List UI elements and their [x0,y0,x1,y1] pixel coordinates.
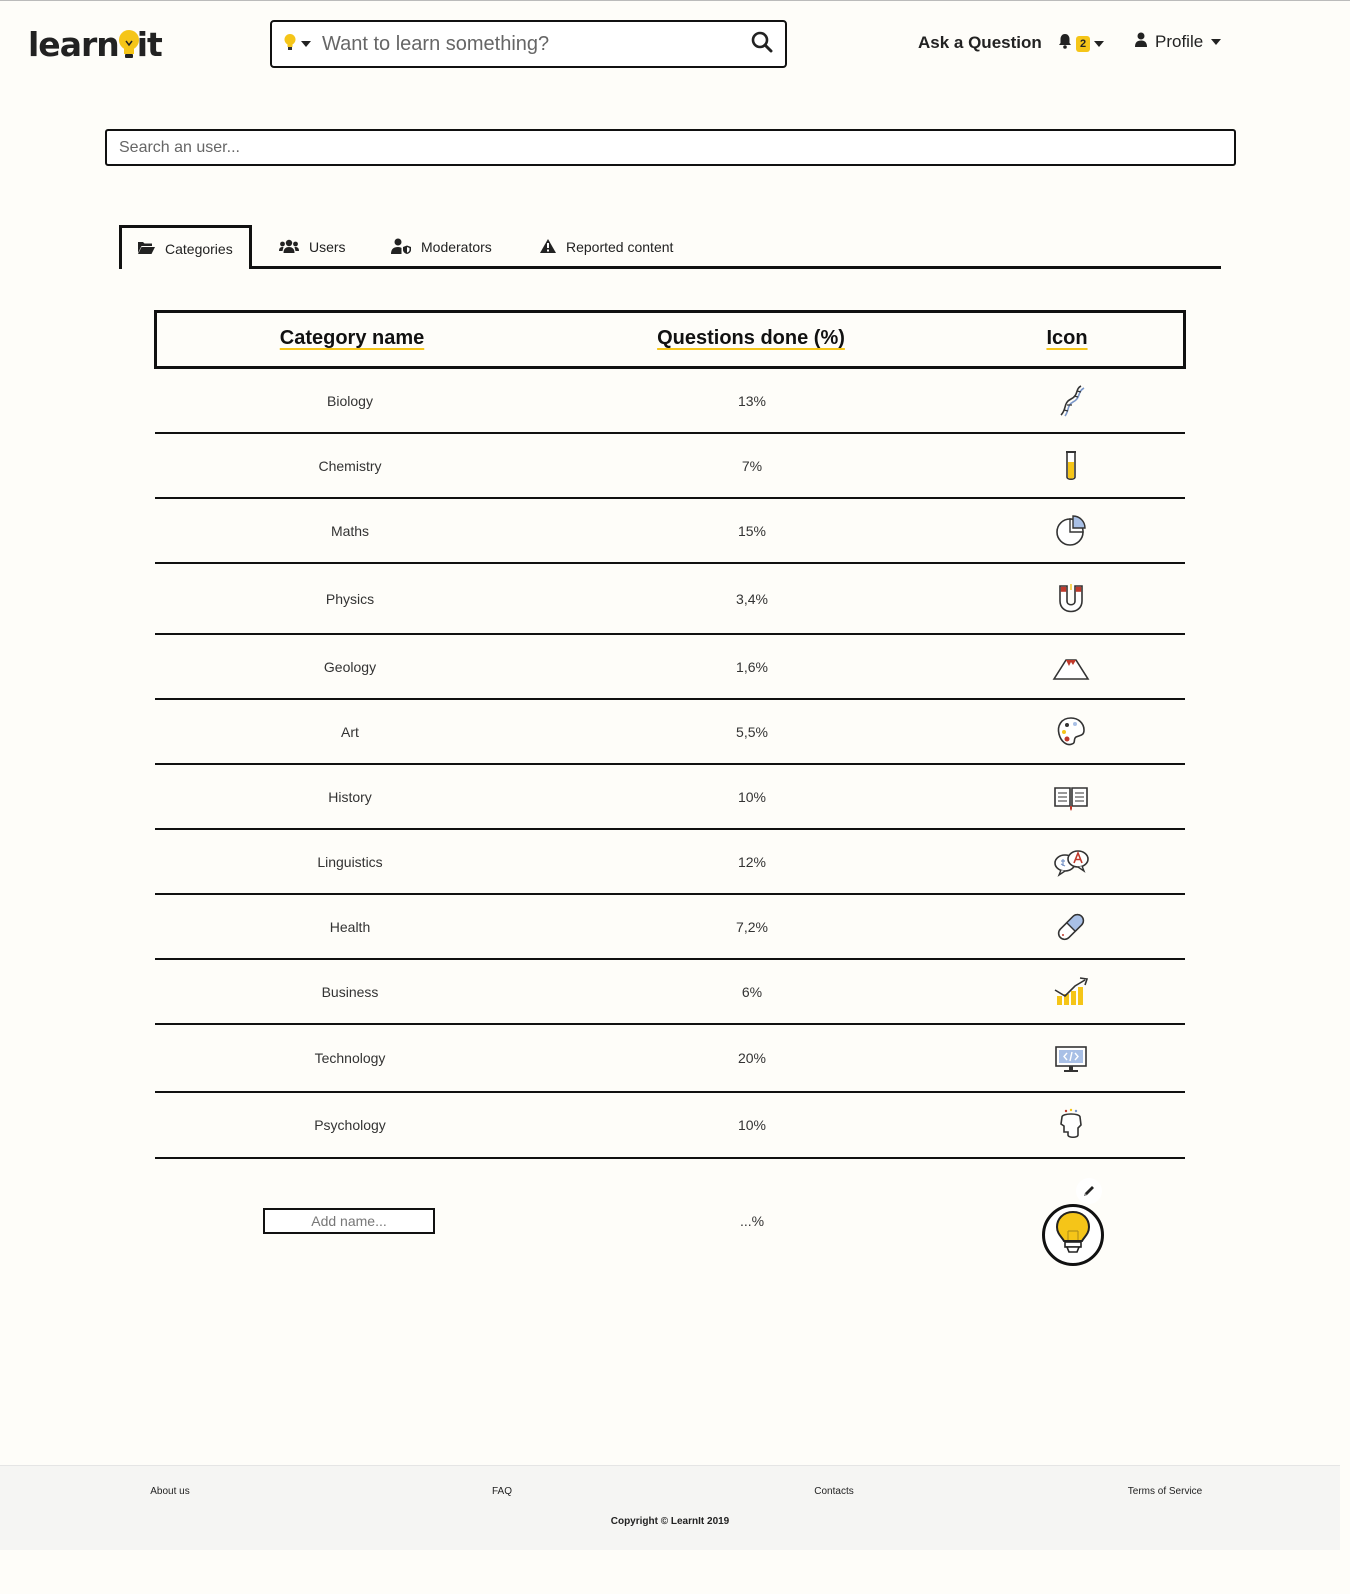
table-row[interactable]: Physics 3,4% [155,564,1185,635]
chevron-down-icon [301,41,311,47]
code-monitor-icon [1051,1038,1091,1078]
logo-text-learn: learn [28,24,120,64]
header-icon[interactable]: Icon [1046,327,1087,350]
table-row[interactable]: Business 6% [155,960,1185,1025]
tab-label: Users [309,239,346,255]
bell-icon [1058,33,1072,54]
table-row[interactable]: Linguistics 12% [155,830,1185,895]
footer-link-faq[interactable]: FAQ [492,1486,512,1497]
tab-categories[interactable]: Categories [119,225,252,272]
tab-label: Reported content [566,239,674,255]
search-icon [751,31,773,58]
table-header: Category name Questions done (%) Icon [154,310,1186,369]
search-button[interactable] [739,31,785,58]
pencil-icon[interactable] [1076,1178,1102,1204]
footer-link-contacts[interactable]: Contacts [814,1486,853,1497]
category-name: Biology [327,392,373,409]
ask-question-link[interactable]: Ask a Question [918,33,1042,53]
questions-percent: 15% [737,522,767,539]
tab-reported-content[interactable]: Reported content [540,225,673,269]
test-tube-icon [1051,446,1091,486]
dna-icon [1051,381,1091,421]
questions-percent: 7% [741,457,763,474]
category-name: History [328,788,372,805]
warning-icon [540,238,556,256]
admin-tabs: Categories Users Moderators Reported con… [119,225,1221,272]
category-name: Linguistics [317,853,383,870]
tab-label: Moderators [421,239,492,255]
new-questions-percent: ...% [739,1213,765,1229]
table-row[interactable]: Psychology 10% [155,1093,1185,1159]
user-shield-icon [391,238,411,257]
folder-open-icon [138,241,155,257]
logo[interactable]: learn it [28,24,163,64]
questions-percent: 1,6% [736,658,768,675]
add-category-name-input[interactable] [263,1208,435,1234]
user-icon [1135,32,1147,52]
category-name: Psychology [314,1117,386,1133]
header-category-name[interactable]: Category name [280,327,425,350]
questions-percent: 20% [737,1050,767,1066]
tab-users[interactable]: Users [279,225,346,269]
search-input[interactable] [322,24,739,64]
logo-bulb-icon [117,29,139,59]
notification-count-badge: 2 [1076,35,1091,52]
notifications-dropdown[interactable]: 2 [1058,33,1105,54]
growth-chart-icon [1051,972,1091,1012]
profile-dropdown[interactable]: Profile [1135,32,1222,52]
footer-link-about[interactable]: About us [150,1486,189,1497]
tab-moderators[interactable]: Moderators [391,225,492,269]
speech-bubbles-icon [1051,842,1091,882]
questions-percent: 6% [741,983,763,1000]
questions-percent: 3,4% [736,590,768,607]
lightbulb-icon [1053,1209,1093,1262]
questions-percent: 12% [737,853,767,870]
chevron-down-icon [1211,39,1222,45]
table-row[interactable]: Biology 13% [155,369,1185,434]
header-questions-done[interactable]: Questions done (%) [657,327,845,350]
table-row[interactable]: Geology 1,6% [155,635,1185,700]
profile-label: Profile [1155,32,1204,51]
category-name: Health [329,918,371,935]
footer: About us FAQ Contacts Terms of Service C… [0,1465,1340,1550]
search-category-dropdown[interactable] [272,33,322,56]
top-border [0,0,1350,1]
main-search-bar [270,20,787,68]
tab-label: Categories [165,240,233,257]
footer-link-terms[interactable]: Terms of Service [1128,1486,1202,1497]
palette-icon [1051,712,1091,752]
table-row[interactable]: Health 7,2% [155,895,1185,960]
table-row[interactable]: Chemistry 7% [155,434,1185,499]
volcano-icon [1051,647,1091,687]
questions-percent: 7,2% [736,918,768,935]
category-name: Maths [330,522,370,539]
magnet-icon [1051,579,1091,619]
questions-percent: 5,5% [736,723,768,740]
category-name: Technology [314,1050,386,1066]
category-name: Business [321,983,379,1000]
lightbulb-icon [283,33,297,56]
pie-chart-icon [1051,511,1091,551]
category-name: Art [341,723,359,740]
table-row[interactable]: Maths 15% [155,499,1185,564]
questions-percent: 10% [737,788,767,805]
open-book-icon [1051,777,1091,817]
category-name: Geology [323,658,377,675]
table-row[interactable]: Art 5,5% [155,700,1185,765]
chevron-down-icon [1094,40,1105,47]
questions-percent: 13% [737,392,767,409]
copyright: Copyright © LearnIt 2019 [610,1516,730,1527]
questions-percent: 10% [737,1117,767,1133]
table-row[interactable]: Technology 20% [155,1025,1185,1093]
user-search-input[interactable] [105,129,1236,166]
pill-icon [1051,907,1091,947]
users-icon [279,239,299,256]
brain-head-icon [1051,1105,1091,1145]
category-icon-upload[interactable] [1042,1204,1104,1266]
table-row[interactable]: History 10% [155,765,1185,830]
category-name: Chemistry [318,457,382,474]
category-name: Physics [325,590,375,607]
